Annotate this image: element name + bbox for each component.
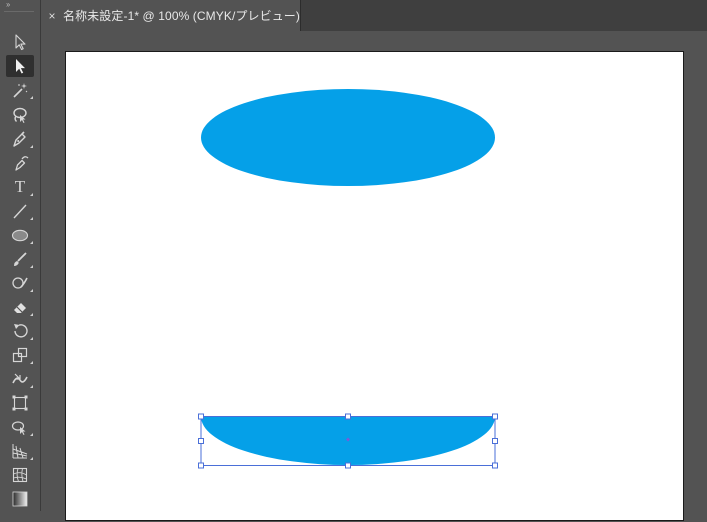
direct-selection-tool[interactable] (6, 55, 34, 77)
close-tab-icon[interactable]: × (41, 9, 63, 23)
document-title: 名称未設定-1* @ 100% (CMYK/プレビュー) (62, 9, 300, 23)
tool-group-indicator (30, 145, 33, 148)
shaper-icon (12, 277, 28, 289)
line-icon (13, 204, 27, 219)
resize-handle[interactable] (492, 413, 498, 420)
resize-handle[interactable] (345, 462, 351, 469)
resize-handle[interactable] (198, 438, 204, 444)
type-tool[interactable]: T (6, 176, 34, 198)
lasso-tool[interactable] (6, 104, 34, 126)
free-transform-icon (12, 395, 28, 411)
tool-group-indicator (30, 241, 33, 244)
paintbrush-tool[interactable] (6, 248, 34, 270)
resize-handle[interactable] (492, 438, 498, 444)
rotate-icon (14, 324, 28, 338)
pen-icon (13, 131, 26, 147)
tool-group-indicator (30, 361, 33, 364)
artwork (198, 89, 498, 469)
tool-group-indicator (30, 96, 33, 99)
perspective-grid-icon (12, 444, 28, 459)
ellipse-tool[interactable] (6, 224, 34, 246)
resize-handle[interactable] (198, 462, 204, 469)
gradient-icon (12, 491, 28, 507)
resize-handle[interactable] (345, 413, 351, 420)
tool-group-indicator (30, 457, 33, 460)
panel-divider (4, 11, 34, 12)
shaper-tool[interactable] (6, 272, 34, 294)
magic-wand-tool[interactable] (6, 79, 34, 101)
mesh-tool[interactable] (6, 464, 34, 486)
resize-handle[interactable] (492, 462, 498, 469)
line-segment-tool[interactable] (6, 200, 34, 222)
tool-group-indicator (30, 289, 33, 292)
tool-group-indicator (30, 433, 33, 436)
tool-group-indicator (30, 385, 33, 388)
mesh-icon (12, 467, 28, 483)
scale-tool[interactable] (6, 344, 34, 366)
curvature-pen-icon (15, 156, 29, 171)
brush-icon (14, 252, 27, 266)
tool-group-indicator (30, 313, 33, 316)
magic-wand-icon (13, 83, 28, 98)
document-tab[interactable]: × 名称未設定-1* @ 100% (CMYK/プレビュー) (41, 0, 301, 31)
selection-tool[interactable] (6, 31, 34, 53)
panel-collapse-grip[interactable]: ›› (0, 0, 40, 9)
scale-icon (12, 347, 28, 363)
curvature-tool[interactable] (6, 152, 34, 174)
resize-handle[interactable] (198, 413, 204, 420)
ellipse-icon (11, 229, 29, 242)
perspective-grid-tool[interactable] (6, 440, 34, 462)
width-icon (12, 373, 28, 384)
canvas-area[interactable] (41, 31, 707, 521)
free-transform-tool[interactable] (6, 392, 34, 414)
tool-group-indicator (30, 265, 33, 268)
type-icon: T (14, 177, 26, 196)
arrow-solid-icon (16, 59, 25, 74)
rotate-tool[interactable] (6, 320, 34, 342)
tools-panel: ›› T (0, 0, 41, 511)
document-tab-bar: × 名称未設定-1* @ 100% (CMYK/プレビュー) (41, 0, 707, 31)
tool-group-indicator (30, 217, 33, 220)
gradient-tool[interactable] (6, 488, 34, 510)
ellipse-shape[interactable] (201, 89, 495, 186)
eraser-icon (14, 303, 26, 313)
arrow-outline-icon (15, 34, 26, 51)
width-tool[interactable] (6, 368, 34, 390)
pen-tool[interactable] (6, 128, 34, 150)
lasso-icon (13, 107, 27, 123)
shape-builder-tool[interactable] (6, 416, 34, 438)
tool-group-indicator (30, 337, 33, 340)
artboard[interactable] (65, 51, 684, 521)
eraser-tool[interactable] (6, 296, 34, 318)
tool-group-indicator (30, 193, 33, 196)
shape-builder-icon (11, 421, 26, 435)
